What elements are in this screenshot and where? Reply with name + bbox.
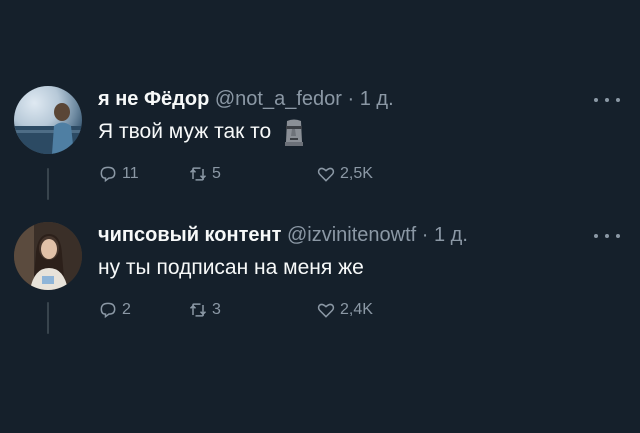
retweet-button[interactable]: 5 [188, 164, 221, 184]
reply-icon [100, 166, 116, 183]
timestamp[interactable]: 1 д. [360, 88, 394, 110]
tweet-actions: 2 3 2,4K [98, 300, 398, 324]
display-name[interactable]: чипсовый контент [98, 224, 281, 246]
tweet-text: ну ты подписан на меня же [98, 254, 364, 282]
like-count: 2,5K [340, 165, 373, 182]
thread-connector-line [47, 302, 49, 334]
separator-dot: · [347, 88, 355, 110]
more-options-icon[interactable] [594, 228, 620, 244]
display-name[interactable]: я не Фёдор [98, 88, 209, 110]
tweet-text: Я твой муж так то [98, 118, 305, 147]
reply-button[interactable]: 2 [98, 300, 131, 320]
retweet-icon [189, 303, 207, 317]
like-button[interactable]: 2,5K [316, 164, 373, 184]
like-count: 2,4K [340, 301, 373, 318]
retweet-button[interactable]: 3 [188, 300, 221, 320]
reply-button[interactable]: 11 [98, 164, 139, 184]
retweet-count: 3 [212, 301, 221, 318]
heart-icon [317, 167, 335, 182]
tweet-text-content: ну ты подписан на меня же [98, 256, 364, 279]
avatar[interactable] [14, 86, 82, 154]
tweet-actions: 11 5 2,5K [98, 164, 398, 188]
separator-dot: · [421, 224, 429, 246]
avatar-photo [14, 103, 82, 154]
reply-count: 11 [122, 165, 139, 182]
tweet-thread: я не Фёдор @not_a_fedor · 1 д. Я твой му… [0, 0, 640, 433]
user-handle[interactable]: @izvinitenowtf [287, 224, 416, 246]
heart-icon [317, 303, 335, 318]
like-button[interactable]: 2,4K [316, 300, 373, 320]
avatar-photo [14, 222, 82, 290]
moai-emoji-icon [283, 118, 305, 147]
thread-connector-line [47, 168, 49, 200]
tweet-header: чипсовый контент @izvinitenowtf · 1 д. [98, 222, 468, 248]
more-options-icon[interactable] [594, 92, 620, 108]
user-handle[interactable]: @not_a_fedor [215, 88, 342, 110]
tweet-header: я не Фёдор @not_a_fedor · 1 д. [98, 86, 394, 112]
reply-count: 2 [122, 301, 131, 318]
timestamp[interactable]: 1 д. [434, 224, 468, 246]
retweet-count: 5 [212, 165, 221, 182]
tweet-text-content: Я твой муж так то [98, 120, 272, 143]
retweet-icon [189, 167, 207, 181]
reply-icon [100, 302, 116, 319]
avatar[interactable] [14, 222, 82, 290]
